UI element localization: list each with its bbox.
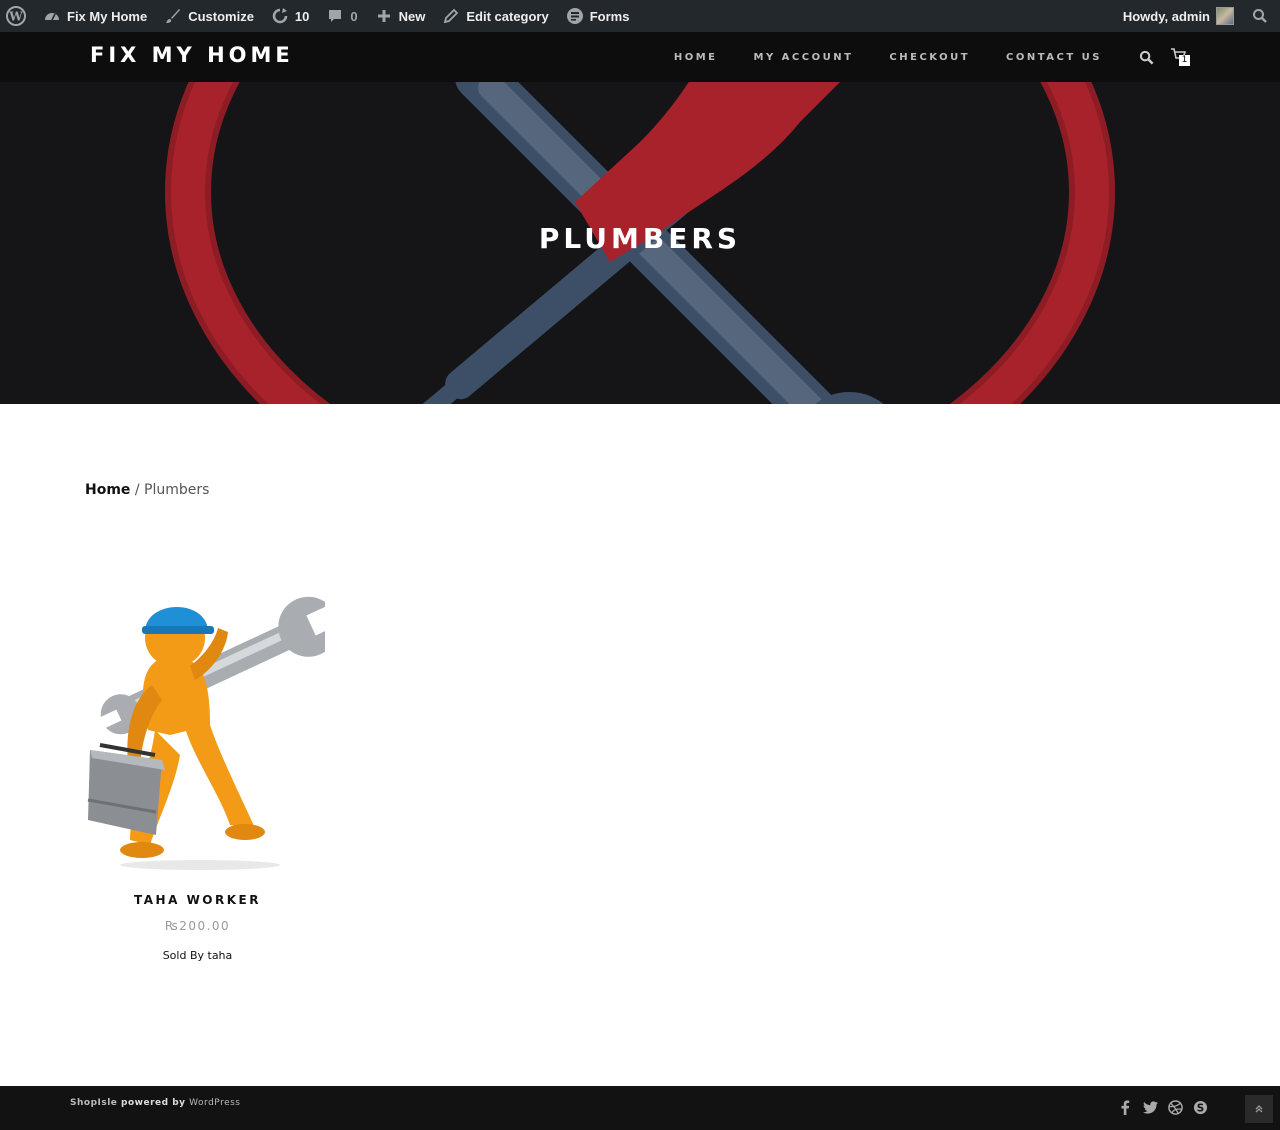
product-price: ₨200.00 [164,919,231,933]
site-logo[interactable]: FIX MY HOME [90,43,294,67]
dribbble-icon[interactable] [1167,1099,1183,1115]
customize-label: Customize [188,8,254,24]
site-name-label: Fix My Home [67,8,148,24]
customize-link[interactable]: Customize [155,0,262,32]
theme-link[interactable]: ShopIsle [70,1098,117,1108]
product-card[interactable]: TAHA WORKER ₨200.00 Sold By taha [70,560,348,962]
dashboard-icon [42,6,62,26]
site-footer: ShopIsle powered by WordPress S [0,1086,1280,1130]
paintbrush-icon [163,6,183,26]
nav-my-account[interactable]: MY ACCOUNT [754,52,854,63]
comment-icon [325,6,345,26]
wordpress-link[interactable]: WordPress [189,1098,240,1108]
updates-count: 10 [294,8,310,24]
wordpress-icon: W [6,6,26,26]
breadcrumb-current: Plumbers [144,482,210,498]
nav-contact-us[interactable]: CONTACT US [1006,52,1102,63]
search-icon [1139,50,1153,64]
forms-menu[interactable]: Forms [557,0,638,32]
product-title[interactable]: TAHA WORKER [70,893,325,907]
nav-home[interactable]: HOME [674,52,718,63]
pencil-icon [441,6,461,26]
nav-checkout[interactable]: CHECKOUT [889,52,970,63]
category-title: PLUMBERS [538,222,742,255]
new-content-menu[interactable]: New [366,0,434,32]
facebook-icon[interactable] [1117,1099,1133,1115]
cart-count-badge: 1 [1179,55,1190,66]
admin-search-button[interactable] [1242,0,1280,32]
social-links: S [1108,1099,1208,1115]
avatar [1216,7,1234,25]
breadcrumb-separator: / [130,482,145,498]
back-to-top-button[interactable] [1245,1095,1273,1123]
comments-count: 0 [350,8,358,24]
plus-icon [374,6,394,26]
forms-label: Forms [589,8,630,24]
powered-by-text: powered by [117,1098,190,1108]
cart-button[interactable]: 1 [1170,47,1190,67]
site-header: FIX MY HOME HOME MY ACCOUNT CHECKOUT CON… [0,32,1280,82]
svg-text:W: W [8,10,23,24]
new-label: New [398,8,426,24]
wordpress-logo-menu[interactable]: W [0,0,34,32]
admin-bar: W Fix My Home Customize 10 0 New Edit ca… [0,0,1280,32]
my-account-menu[interactable]: Howdy, admin [1115,0,1242,32]
edit-category-link[interactable]: Edit category [433,0,556,32]
header-search-button[interactable] [1138,49,1154,65]
updates-icon [270,6,290,26]
skype-icon[interactable]: S [1192,1099,1208,1115]
product-vendor[interactable]: Sold By taha [70,949,325,962]
main-navigation: HOME MY ACCOUNT CHECKOUT CONTACT US 1 [638,32,1190,82]
site-name-menu[interactable]: Fix My Home [34,0,155,32]
comments-link[interactable]: 0 [317,0,365,32]
hero-background-image [165,32,1115,404]
double-chevron-up-icon [1255,1105,1263,1113]
breadcrumb-home-link[interactable]: Home [85,482,130,498]
category-hero: PLUMBERS [0,32,1280,404]
breadcrumb: Home / Plumbers [85,482,209,498]
edit-category-label: Edit category [466,8,549,24]
svg-text:S: S [1196,1102,1203,1114]
footer-credits: ShopIsle powered by WordPress [70,1098,241,1108]
forms-icon [565,6,585,26]
twitter-icon[interactable] [1142,1099,1158,1115]
product-image[interactable] [70,560,348,875]
howdy-label: Howdy, admin [1122,8,1210,24]
search-icon [1250,6,1270,26]
updates-link[interactable]: 10 [262,0,317,32]
